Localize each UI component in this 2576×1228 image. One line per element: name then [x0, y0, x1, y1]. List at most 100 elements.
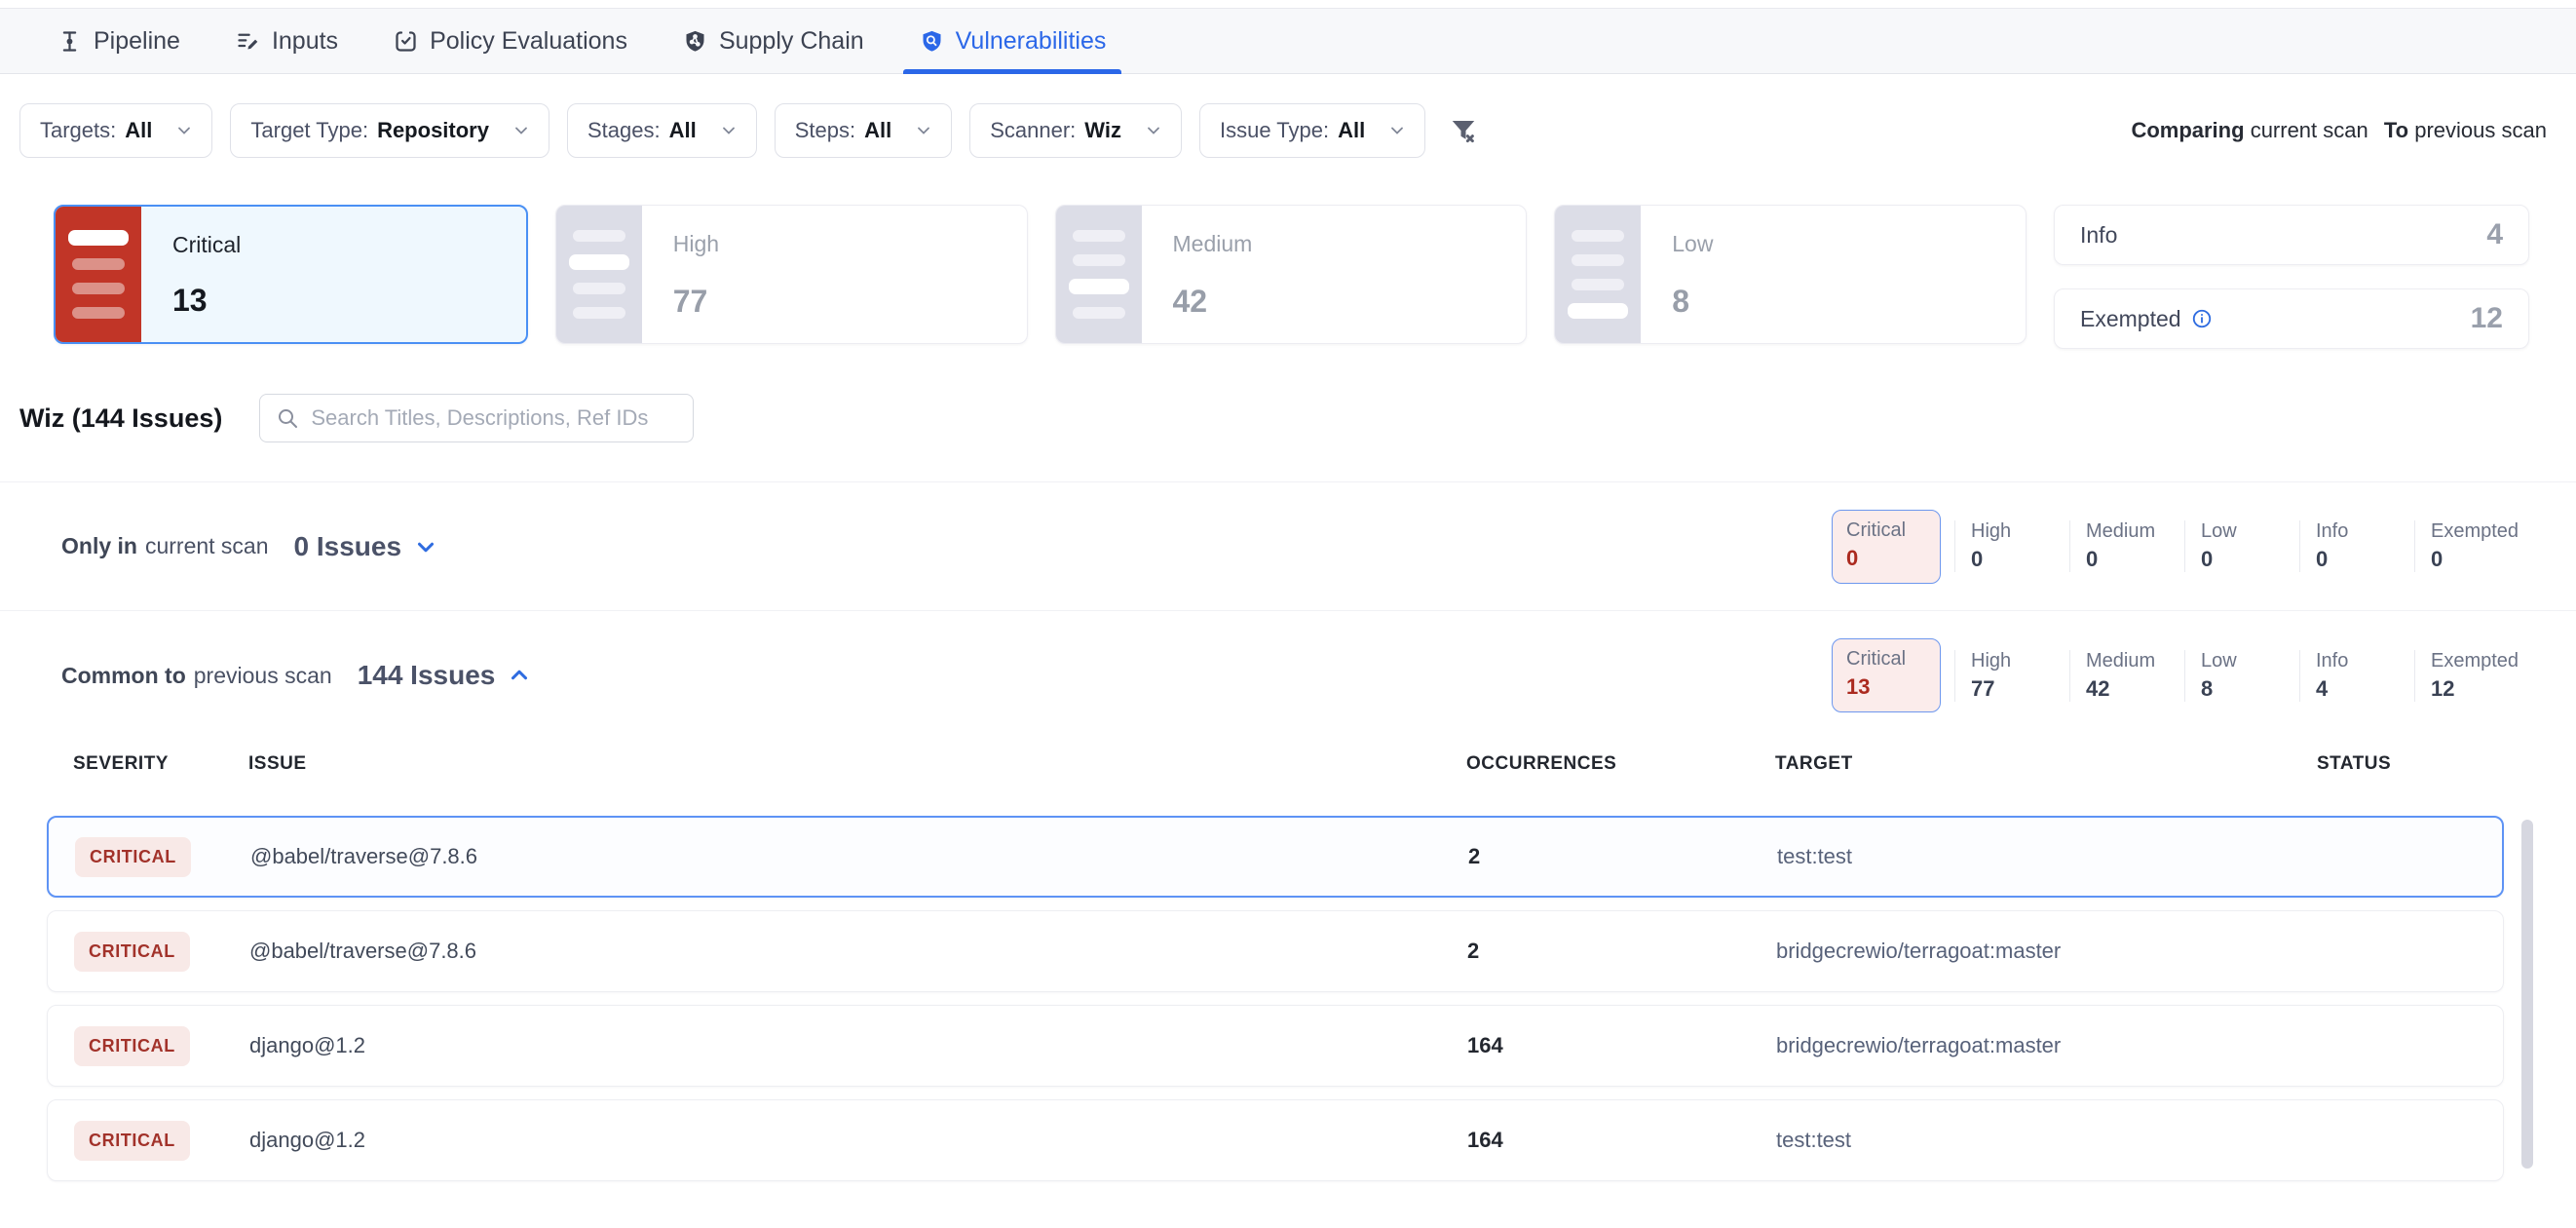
severity-card-label: High: [673, 231, 1027, 257]
stat-label: Exempted: [2431, 520, 2529, 543]
top-tab-bar: Pipeline Inputs Policy Evaluations Suppl…: [0, 8, 2576, 74]
search-box: [259, 394, 694, 442]
table-row[interactable]: CRITICAL django@1.2 164 bridgecrewio/ter…: [47, 1005, 2504, 1087]
comparing-text: previous scan: [2414, 118, 2547, 142]
table-row[interactable]: CRITICAL @babel/traverse@7.8.6 2 test:te…: [47, 816, 2504, 898]
severity-card-critical[interactable]: Critical 13: [54, 205, 528, 344]
issues-table: SEVERITY ISSUE OCCURRENCES TARGET STATUS…: [47, 753, 2504, 1181]
filter-label: Stages:: [587, 118, 661, 143]
filter-value: Wiz: [1084, 118, 1121, 143]
section-title-rest: current scan: [145, 533, 269, 559]
search-input[interactable]: [311, 405, 677, 431]
tab-label: Vulnerabilities: [956, 27, 1107, 56]
section-title-bold: Common to: [61, 663, 186, 689]
filter-issue-type[interactable]: Issue Type: All: [1199, 103, 1425, 158]
filter-steps[interactable]: Steps: All: [775, 103, 953, 158]
tab-label: Inputs: [272, 27, 338, 56]
section-common-to-previous-scan: Common to previous scan 144 Issues Criti…: [0, 611, 2576, 740]
chevron-up-icon: [507, 663, 532, 688]
info-icon[interactable]: [2191, 308, 2213, 329]
chevron-down-icon: [914, 121, 933, 140]
target-cell: test:test: [1777, 844, 2272, 869]
severity-card-label: Critical: [172, 232, 526, 258]
chevron-down-icon: [511, 121, 531, 140]
filter-scanner[interactable]: Scanner: Wiz: [969, 103, 1182, 158]
stat-exempted[interactable]: Exempted 0: [2414, 520, 2529, 572]
stat-low[interactable]: Low 0: [2184, 520, 2299, 572]
stat-value: 0: [1846, 546, 1940, 571]
filter-label: Issue Type:: [1220, 118, 1329, 143]
severity-meter-icon: [56, 207, 141, 342]
stat-low[interactable]: Low 8: [2184, 650, 2299, 702]
stat-critical[interactable]: Critical 0: [1832, 510, 1941, 584]
stat-medium[interactable]: Medium 0: [2069, 520, 2184, 572]
issues-toggle[interactable]: 144 Issues: [358, 660, 533, 691]
issues-count: 144 Issues: [358, 660, 496, 691]
stat-value: 0: [2431, 547, 2529, 572]
tab-pipeline[interactable]: Pipeline: [41, 9, 196, 73]
severity-meter-icon: [1056, 206, 1142, 343]
stat-critical[interactable]: Critical 13: [1832, 638, 1941, 712]
table-row[interactable]: CRITICAL @babel/traverse@7.8.6 2 bridgec…: [47, 910, 2504, 992]
tab-policy-evaluations[interactable]: Policy Evaluations: [377, 9, 643, 73]
vertical-scrollbar[interactable]: [2521, 820, 2533, 1169]
issues-toggle[interactable]: 0 Issues: [294, 531, 439, 562]
stat-label: Info: [2316, 650, 2414, 672]
comparing-text: current scan: [2251, 118, 2368, 142]
stat-high[interactable]: High 77: [1954, 650, 2069, 702]
stat-exempted[interactable]: Exempted 12: [2414, 650, 2529, 702]
occurrences-cell: 2: [1467, 939, 1776, 964]
policy-evaluations-icon: [393, 28, 419, 55]
pipeline-icon: [57, 28, 83, 55]
stat-high[interactable]: High 0: [1954, 520, 2069, 572]
stat-value: 42: [2086, 676, 2184, 702]
tab-supply-chain[interactable]: Supply Chain: [666, 9, 880, 73]
filter-stages[interactable]: Stages: All: [567, 103, 757, 158]
stat-value: 0: [2086, 547, 2184, 572]
stat-label: Info: [2316, 520, 2414, 543]
table-row[interactable]: CRITICAL django@1.2 164 test:test: [47, 1099, 2504, 1181]
chevron-down-icon: [174, 121, 194, 140]
filter-target-type[interactable]: Target Type: Repository: [230, 103, 549, 158]
severity-meter-icon: [556, 206, 642, 343]
comparing-label: Comparing current scan To previous scan: [2131, 118, 2547, 143]
severity-cards-row: Critical 13 High 77 Medium 42 Low 8: [54, 205, 2529, 349]
tab-inputs[interactable]: Inputs: [219, 9, 354, 73]
section-title-bold: Only in: [61, 533, 137, 559]
issue-cell: @babel/traverse@7.8.6: [249, 939, 1467, 964]
filter-value: All: [669, 118, 697, 143]
inputs-icon: [235, 28, 261, 55]
severity-card-count: 8: [1672, 284, 2026, 320]
severity-card-exempted[interactable]: Exempted 12: [2054, 288, 2529, 349]
severity-card-info[interactable]: Info 4: [2054, 205, 2529, 265]
stat-label: Medium: [2086, 650, 2184, 672]
occurrences-cell: 2: [1468, 844, 1777, 869]
stat-info[interactable]: Info 0: [2299, 520, 2414, 572]
issue-cell: django@1.2: [249, 1128, 1467, 1153]
side-card-count: 12: [2471, 302, 2503, 335]
side-card-label-text: Exempted: [2080, 306, 2181, 332]
stat-label: High: [1971, 650, 2069, 672]
issue-cell: @babel/traverse@7.8.6: [250, 844, 1468, 869]
side-card-label-text: Info: [2080, 222, 2117, 249]
column-header-target: TARGET: [1775, 753, 2270, 775]
filter-value: Repository: [377, 118, 489, 143]
clear-filters-button[interactable]: [1449, 116, 1478, 145]
filter-targets[interactable]: Targets: All: [19, 103, 212, 158]
severity-card-high[interactable]: High 77: [555, 205, 1028, 344]
stat-value: 12: [2431, 676, 2529, 702]
stat-medium[interactable]: Medium 42: [2069, 650, 2184, 702]
section-stats: Critical 13 High 77 Medium 42 Low 8 Info…: [1832, 638, 2529, 712]
filter-label: Targets:: [40, 118, 116, 143]
severity-card-medium[interactable]: Medium 42: [1055, 205, 1528, 344]
stat-info[interactable]: Info 4: [2299, 650, 2414, 702]
comparing-bold: To: [2384, 118, 2408, 142]
issue-cell: django@1.2: [249, 1033, 1467, 1058]
supply-chain-icon: [682, 28, 708, 55]
filter-value: All: [864, 118, 891, 143]
stat-value: 4: [2316, 676, 2414, 702]
occurrences-cell: 164: [1467, 1033, 1776, 1058]
severity-card-low[interactable]: Low 8: [1554, 205, 2027, 344]
severity-meter-icon: [1555, 206, 1641, 343]
tab-vulnerabilities[interactable]: Vulnerabilities: [903, 9, 1122, 73]
